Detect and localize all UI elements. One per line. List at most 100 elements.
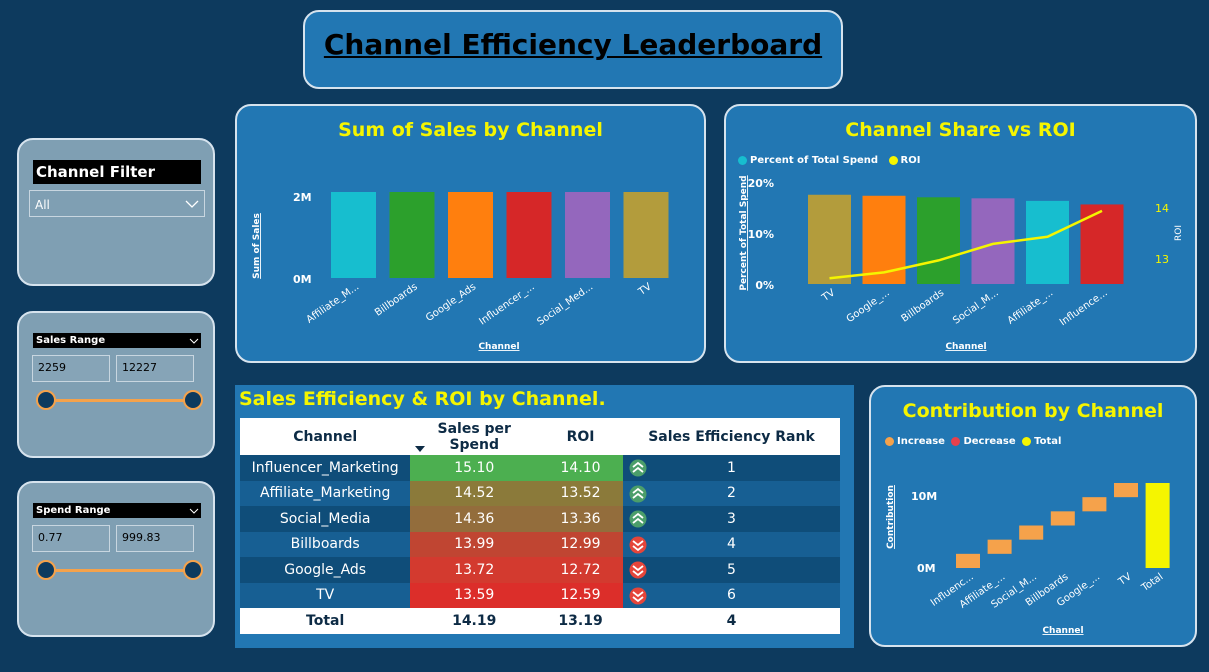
efficiency-table: Channel Sales per Spend ROI Sales Effici… — [240, 418, 840, 634]
sales-range-track — [47, 399, 195, 402]
trend-down-icon — [629, 561, 647, 579]
spend-range-min-input[interactable]: 0.77 — [32, 525, 110, 552]
y-tick-label: 10% — [748, 228, 774, 241]
chevron-down-icon — [189, 338, 199, 344]
channel-filter-dropdown[interactable]: All — [29, 190, 205, 217]
bar — [565, 192, 610, 278]
cell-roi: 12.59 — [538, 582, 623, 608]
y2-axis-title: ROI — [1174, 225, 1184, 241]
y-tick-label: 0M — [293, 273, 312, 286]
share-vs-roi-card: Channel Share vs ROI Percent of Total Sp… — [724, 104, 1197, 363]
column-header-rank[interactable]: Sales Efficiency Rank — [622, 418, 840, 455]
bar — [1019, 525, 1044, 540]
x-tick-label: Influence... — [1058, 287, 1110, 328]
cell-rank: 6 — [622, 582, 840, 608]
column-header-roi[interactable]: ROI — [538, 418, 623, 455]
cell-sales-per-spend: 15.10 — [410, 455, 539, 481]
contribution-waterfall-chart: 10M0MContributionChannelInfluenc...Affil… — [886, 483, 1170, 636]
bar — [448, 192, 493, 278]
bar — [1026, 200, 1069, 284]
y-tick-label: 0M — [917, 562, 936, 575]
cell-sales-per-spend: 13.99 — [410, 531, 539, 557]
total-rank: 4 — [622, 608, 840, 634]
chevron-down-icon — [185, 200, 199, 208]
rank-value: 3 — [727, 510, 736, 527]
x-tick-label: Affiliate_M... — [305, 281, 362, 325]
x-tick-label: Billboards — [373, 281, 420, 318]
column-header-label: Sales per Spend — [437, 420, 511, 453]
cell-rank: 3 — [622, 506, 840, 532]
x-tick-label: TV — [819, 287, 837, 304]
sales-range-max-input[interactable]: 12227 — [116, 355, 194, 382]
x-tick-label: Social_M... — [951, 287, 1001, 326]
bar — [331, 192, 376, 278]
trend-down-icon — [629, 587, 647, 604]
x-tick-label: Google_Ads — [424, 281, 478, 324]
trend-down-icon — [629, 536, 647, 553]
trend-up-icon — [629, 459, 647, 477]
x-axis-title: Channel — [1042, 626, 1083, 636]
table-row[interactable]: Billboards 13.99 12.99 4 — [240, 531, 840, 557]
sort-descending-icon — [415, 446, 426, 452]
bar — [862, 195, 906, 284]
bar — [1082, 497, 1107, 512]
rank-value: 2 — [727, 485, 736, 502]
cell-roi: 12.72 — [538, 557, 623, 583]
y2-tick-label: 14 — [1155, 202, 1169, 215]
y2-tick-label: 13 — [1155, 253, 1169, 266]
y-tick-label: 0% — [755, 279, 774, 292]
spend-range-max-handle[interactable] — [183, 560, 203, 580]
table-row[interactable]: Google_Ads 13.72 12.72 5 — [240, 557, 840, 583]
cell-channel: Social_Media — [240, 506, 411, 532]
x-tick-label: TV — [1116, 571, 1134, 588]
x-tick-label: Affiliate_... — [1006, 287, 1056, 326]
chevron-down-icon — [189, 508, 199, 514]
table-total-row: Total 14.19 13.19 4 — [240, 608, 840, 634]
cell-channel: Affiliate_Marketing — [240, 480, 411, 506]
cell-rank: 2 — [622, 480, 840, 506]
y-axis-title: Percent of Total Spend — [739, 175, 749, 290]
total-label: Total — [240, 608, 411, 634]
table-row[interactable]: Influencer_Marketing 15.10 14.10 1 — [240, 455, 840, 481]
sales-by-channel-card: Sum of Sales by Channel 2M 0M Sum of Sales… — [235, 104, 706, 363]
sales-range-label: Sales Range — [33, 333, 201, 348]
table-row[interactable]: TV 13.59 12.59 6 — [240, 582, 840, 608]
table-row[interactable]: Social_Media 14.36 13.36 3 — [240, 506, 840, 532]
trend-up-icon — [629, 510, 647, 528]
column-header-channel[interactable]: Channel — [240, 418, 411, 455]
sales-range-min-handle[interactable] — [36, 390, 56, 410]
spend-range-label: Spend Range — [33, 503, 201, 518]
y-tick-label: 20% — [748, 177, 774, 190]
cell-rank: 1 — [622, 455, 840, 481]
page-title: Channel Efficiency Leaderboard — [323, 28, 823, 61]
cell-rank: 4 — [622, 531, 840, 557]
sales-range-min-input[interactable]: 2259 — [32, 355, 110, 382]
trend-up-icon — [629, 485, 647, 502]
spend-range-track — [47, 569, 195, 572]
cell-channel: Influencer_Marketing — [240, 455, 411, 481]
sales-range-max-handle[interactable] — [183, 390, 203, 410]
column-header-sales-per-spend[interactable]: Sales per Spend — [410, 418, 539, 455]
bar — [956, 553, 980, 568]
spend-range-max-input[interactable]: 999.83 — [116, 525, 194, 552]
title-card: Channel Efficiency Leaderboard — [303, 10, 843, 89]
y-tick-label: 2M — [293, 191, 312, 204]
rank-value: 6 — [727, 587, 736, 604]
bar — [1114, 483, 1138, 498]
bar — [987, 539, 1012, 554]
spend-range-slicer: Spend Range 0.77 999.83 — [17, 481, 215, 637]
x-tick-label: Google_... — [845, 287, 892, 325]
cell-sales-per-spend: 13.72 — [410, 557, 539, 583]
bar — [389, 192, 435, 278]
bar — [1080, 204, 1124, 284]
efficiency-table-panel: Sales Efficiency & ROI by Channel. Chann… — [235, 385, 854, 648]
rank-value: 4 — [727, 536, 736, 553]
table-row[interactable]: Affiliate_Marketing 14.52 13.52 2 — [240, 480, 840, 506]
sales-range-slicer: Sales Range 2259 12227 — [17, 311, 215, 458]
cell-roi: 14.10 — [538, 455, 623, 481]
spend-range-min-handle[interactable] — [36, 560, 56, 580]
y-axis-title: Sum of Sales — [252, 213, 262, 279]
cell-channel: Google_Ads — [240, 557, 411, 583]
rank-value: 5 — [727, 561, 736, 578]
channel-filter-slicer: Channel Filter All — [17, 138, 215, 286]
